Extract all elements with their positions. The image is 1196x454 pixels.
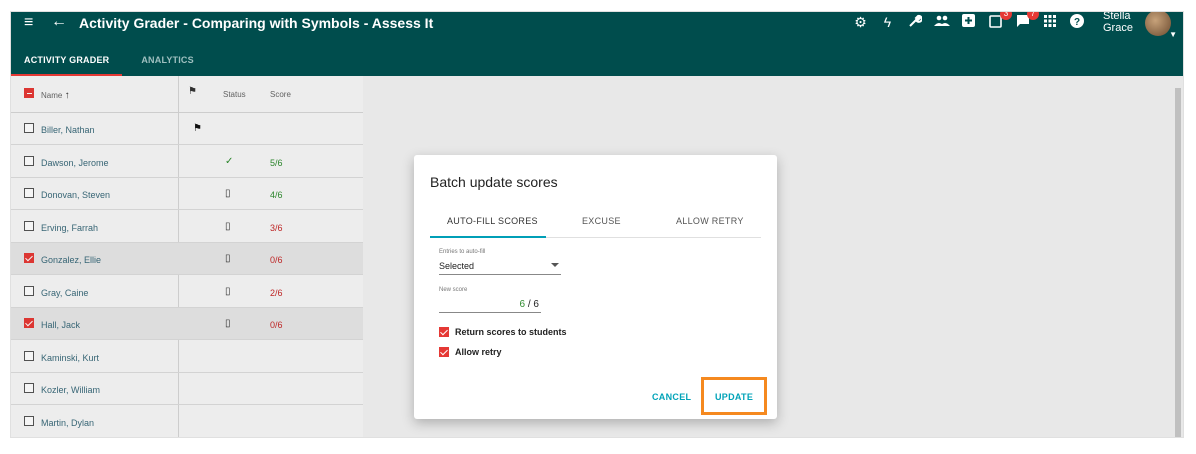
new-score-label: New score bbox=[439, 287, 468, 293]
wrench-icon[interactable] bbox=[906, 14, 923, 31]
dialog-tabs: AUTO-FILL SCORES EXCUSE ALLOW RETRY bbox=[430, 208, 761, 238]
entries-select[interactable]: Selected bbox=[439, 259, 561, 275]
messages-icon[interactable]: 7 bbox=[1014, 12, 1039, 31]
assignment-badge: 3 bbox=[1000, 12, 1012, 20]
app-header: ≡ ← Activity Grader - Comparing with Sym… bbox=[11, 12, 1183, 76]
chevron-down-icon[interactable]: ▼ bbox=[1169, 30, 1177, 39]
tab-excuse[interactable]: EXCUSE bbox=[582, 216, 621, 226]
assignment-icon[interactable]: 3 bbox=[987, 12, 1012, 31]
return-scores-option[interactable]: Return scores to students bbox=[439, 327, 567, 337]
new-score-value: 6 bbox=[519, 299, 526, 310]
update-button[interactable]: UPDATE bbox=[715, 392, 753, 402]
help-icon[interactable]: ? bbox=[1068, 14, 1085, 31]
allow-retry-label: Allow retry bbox=[455, 347, 502, 357]
bolt-icon[interactable]: ϟ bbox=[879, 14, 896, 31]
active-tab-indicator bbox=[430, 236, 546, 238]
svg-text:?: ? bbox=[1073, 17, 1079, 28]
batch-update-dialog: Batch update scores AUTO-FILL SCORES EXC… bbox=[414, 155, 777, 419]
scrollbar[interactable] bbox=[1173, 76, 1183, 437]
tab-activity-grader[interactable]: ACTIVITY GRADER bbox=[11, 50, 123, 76]
back-arrow-icon[interactable]: ← bbox=[51, 14, 67, 30]
menu-icon[interactable]: ≡ bbox=[24, 15, 40, 31]
apps-grid-icon[interactable] bbox=[1041, 14, 1058, 31]
add-box-icon[interactable] bbox=[960, 14, 977, 31]
dialog-title: Batch update scores bbox=[430, 174, 558, 190]
tab-auto-fill-scores[interactable]: AUTO-FILL SCORES bbox=[447, 216, 538, 226]
main-tabs: ACTIVITY GRADER ANALYTICS bbox=[11, 50, 207, 76]
user-last-name: Grace bbox=[1103, 22, 1133, 34]
people-icon[interactable] bbox=[933, 14, 950, 31]
header-toolbar: ⚙ ϟ 3 7 ? bbox=[852, 12, 1085, 31]
new-score-input[interactable]: 6 / 6 bbox=[439, 297, 541, 313]
return-scores-label: Return scores to students bbox=[455, 327, 567, 337]
cancel-button[interactable]: CANCEL bbox=[652, 392, 691, 402]
messages-badge: 7 bbox=[1027, 12, 1039, 20]
new-score-total: / 6 bbox=[527, 299, 539, 310]
gear-icon[interactable]: ⚙ bbox=[852, 14, 869, 31]
tab-analytics[interactable]: ANALYTICS bbox=[128, 50, 206, 76]
avatar[interactable] bbox=[1145, 12, 1171, 36]
allow-retry-option[interactable]: Allow retry bbox=[439, 347, 502, 357]
tab-allow-retry[interactable]: ALLOW RETRY bbox=[676, 216, 744, 226]
user-first-name: Stella bbox=[1103, 12, 1131, 22]
page-title: Activity Grader - Comparing with Symbols… bbox=[79, 15, 434, 31]
user-name[interactable]: Stella Grace bbox=[1103, 12, 1143, 34]
allow-retry-checkbox[interactable] bbox=[439, 347, 449, 357]
app-window: ≡ ← Activity Grader - Comparing with Sym… bbox=[11, 12, 1183, 437]
entries-label: Entries to auto-fill bbox=[439, 249, 486, 255]
entries-value: Selected bbox=[439, 261, 475, 271]
scrollbar-thumb[interactable] bbox=[1175, 88, 1181, 437]
dropdown-arrow-icon bbox=[551, 263, 559, 267]
return-scores-checkbox[interactable] bbox=[439, 327, 449, 337]
